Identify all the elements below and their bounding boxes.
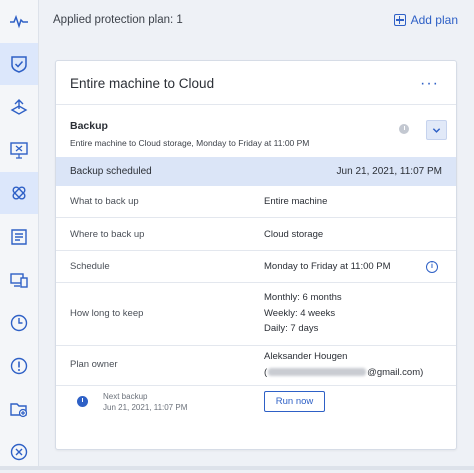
devices-icon: [10, 273, 28, 288]
status-date: Jun 21, 2021, 11:07 PM: [336, 166, 442, 177]
retention-daily: Daily: 7 days: [264, 323, 319, 334]
sidebar-item-upload[interactable]: [0, 86, 38, 128]
owner-values: Aleksander Hougen ( @gmail.com): [264, 349, 423, 380]
collapse-button[interactable]: [426, 120, 447, 140]
backup-section-header: Backup Entire machine to Cloud storage, …: [70, 120, 309, 148]
app-window: Applied protection plan: 1 Add plan Enti…: [0, 0, 474, 470]
detail-label: What to back up: [70, 196, 139, 207]
plan-title: Entire machine to Cloud: [70, 76, 215, 91]
detail-value: Cloud storage: [264, 229, 324, 240]
divider: [56, 104, 456, 105]
detail-value: Monday to Friday at 11:00 PM: [264, 261, 391, 272]
detail-value: Entire machine: [264, 196, 328, 207]
plans-header: Applied protection plan: 1 Add plan: [38, 0, 474, 42]
backup-title: Backup: [70, 120, 108, 132]
sidebar-item-alerts[interactable]: [0, 345, 38, 387]
sidebar: [0, 0, 39, 470]
sidebar-item-patch[interactable]: [0, 172, 38, 214]
retention-values: Monthly: 6 months Weekly: 4 weeks Daily:…: [264, 290, 342, 337]
bandage-icon: [12, 186, 26, 200]
add-square-icon: [393, 14, 406, 26]
owner-name: Aleksander Hougen: [264, 351, 348, 362]
shield-check-icon: [11, 56, 27, 73]
sidebar-item-reports[interactable]: [0, 216, 38, 258]
retention-monthly: Monthly: 6 months: [264, 292, 342, 303]
close-circle-icon: [10, 443, 28, 461]
bottom-edge: [0, 466, 474, 470]
add-plan-label: Add plan: [410, 13, 458, 27]
detail-label: Plan owner: [70, 359, 118, 370]
next-backup-label: Next backup: [103, 392, 148, 401]
sidebar-item-monitoring[interactable]: [0, 0, 38, 42]
detail-row-owner: Plan owner Aleksander Hougen ( @gmail.com…: [56, 346, 456, 386]
info-icon[interactable]: i: [426, 261, 438, 273]
owner-email-prefix: (: [264, 366, 268, 378]
folder-add-icon: [10, 403, 28, 418]
backup-description: Entire machine to Cloud storage, Monday …: [70, 138, 310, 148]
add-plan-button[interactable]: Add plan: [393, 13, 458, 27]
sidebar-item-desktop[interactable]: [0, 129, 38, 171]
redacted-text: [268, 367, 367, 376]
owner-email: ( @gmail.com): [264, 365, 423, 381]
plan-card: Entire machine to Cloud ··· Backup Entir…: [55, 60, 457, 450]
alert-icon: [10, 357, 28, 375]
chevron-down-icon: [432, 127, 441, 133]
sidebar-item-devices[interactable]: [0, 259, 38, 301]
owner-email-suffix: @gmail.com): [367, 366, 424, 378]
next-backup-area: Next backup Jun 21, 2021, 11:07 PM Run n…: [56, 385, 456, 423]
upload-icon: [10, 99, 28, 115]
pulse-icon: [10, 14, 28, 29]
detail-label: Schedule: [70, 261, 110, 272]
receipt-icon: [11, 229, 27, 245]
detail-row-schedule: Schedule Monday to Friday at 11:00 PM i: [56, 251, 456, 283]
detail-row-what: What to back up Entire machine: [56, 186, 456, 218]
next-backup-clock-icon: [77, 396, 88, 407]
detail-label: How long to keep: [70, 308, 144, 319]
clock-icon: [10, 314, 28, 332]
monitor-icon: [10, 142, 28, 159]
more-options-icon[interactable]: ···: [420, 75, 439, 93]
sidebar-item-protection[interactable]: [0, 43, 38, 85]
retention-weekly: Weekly: 4 weeks: [264, 307, 336, 319]
detail-row-where: Where to back up Cloud storage: [56, 218, 456, 251]
applied-plans-count: Applied protection plan: 1: [53, 14, 183, 26]
detail-label: Where to back up: [70, 229, 145, 240]
next-backup-date: Jun 21, 2021, 11:07 PM: [103, 403, 188, 412]
schedule-clock-icon: [399, 124, 409, 134]
detail-row-retention: How long to keep Monthly: 6 months Weekl…: [56, 283, 456, 346]
status-label: Backup scheduled: [70, 166, 152, 177]
run-now-button[interactable]: Run now: [264, 391, 325, 412]
backup-status-row: Backup scheduled Jun 21, 2021, 11:07 PM: [56, 157, 456, 186]
sidebar-item-history[interactable]: [0, 302, 38, 344]
sidebar-item-add-folder[interactable]: [0, 388, 38, 430]
